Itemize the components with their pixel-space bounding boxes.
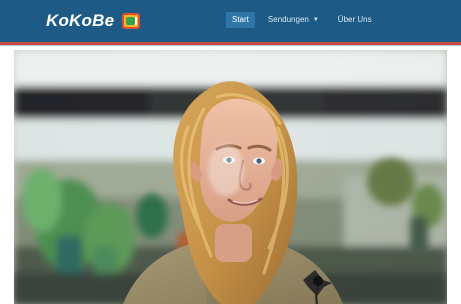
main-navigation: Start Sendungen ▼ Über Uns [226, 12, 378, 28]
chevron-down-icon: ▼ [312, 17, 319, 23]
tv-icon [122, 13, 141, 29]
nav-sendungen[interactable]: Sendungen ▼ [262, 12, 325, 28]
nav-uber-uns-label: Über Uns [337, 15, 372, 24]
nav-uber-uns[interactable]: Über Uns [332, 12, 378, 28]
nav-start[interactable]: Start [226, 12, 255, 28]
site-header: KoKoBe Start Sendungen ▼ Über Uns [0, 0, 461, 42]
portrait-photo [14, 50, 447, 304]
brand-name: KoKoBe [46, 11, 115, 30]
brand-link[interactable]: KoKoBe [46, 11, 141, 31]
nav-start-label: Start [232, 15, 249, 24]
header-divider [0, 45, 461, 46]
nav-sendungen-label: Sendungen [267, 15, 309, 24]
hero-image [14, 50, 447, 304]
